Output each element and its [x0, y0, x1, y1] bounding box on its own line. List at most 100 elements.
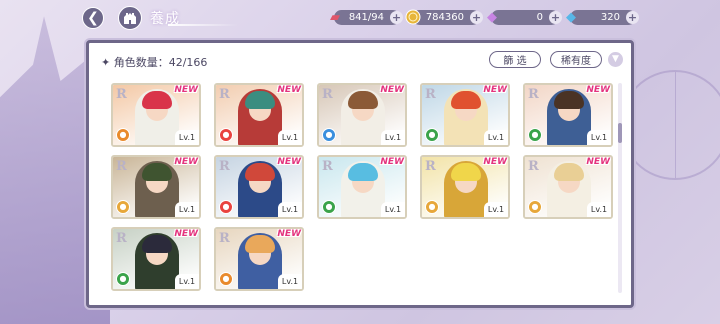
- attribute-icon: ●: [219, 200, 233, 214]
- character-panel: ✦ 角色数量：42/166 篩 选 稀有度 ▼ R NEW ● Lv.1 R NEW ● Lv…: [86, 40, 634, 308]
- level-label: Lv.1: [587, 202, 611, 217]
- rarity-badge: R: [425, 159, 436, 174]
- attribute-icon: ●: [219, 128, 233, 142]
- new-badge: NEW: [277, 229, 301, 239]
- grid-scrollbar[interactable]: [618, 83, 622, 293]
- currency-gem-free: ◆ 320 +: [566, 10, 639, 25]
- character-count-label: 角色数量：42/166: [113, 56, 208, 69]
- currency-gem-paid: ◆ 0 +: [487, 10, 562, 25]
- character-hair: [348, 91, 378, 109]
- attribute-icon: ●: [116, 200, 130, 214]
- attribute-icon: ●: [528, 200, 542, 214]
- character-card[interactable]: R NEW ● Lv.1: [420, 83, 510, 147]
- level-label: Lv.1: [278, 202, 302, 217]
- chevron-down-icon: ▼: [612, 54, 619, 64]
- level-label: Lv.1: [278, 274, 302, 289]
- character-card[interactable]: R NEW ● Lv.1: [317, 155, 407, 219]
- rarity-badge: R: [116, 87, 127, 102]
- new-badge: NEW: [380, 85, 404, 95]
- character-card[interactable]: R NEW ● Lv.1: [111, 155, 201, 219]
- background-ferris-wheel: [620, 70, 720, 180]
- new-badge: NEW: [174, 157, 198, 167]
- back-arrow-icon: ❮: [87, 10, 99, 26]
- attribute-icon: ●: [425, 128, 439, 142]
- ticket-icon: ▰: [330, 9, 340, 25]
- new-badge: NEW: [586, 85, 610, 95]
- new-badge: NEW: [586, 157, 610, 167]
- attribute-icon: ●: [425, 200, 439, 214]
- level-label: Lv.1: [381, 202, 405, 217]
- add-gem-free-button[interactable]: +: [626, 11, 639, 24]
- character-card[interactable]: R NEW ● Lv.1: [214, 227, 304, 291]
- level-label: Lv.1: [381, 130, 405, 145]
- character-card[interactable]: R NEW ● Lv.1: [214, 155, 304, 219]
- character-hair: [142, 163, 172, 181]
- rarity-badge: R: [425, 87, 436, 102]
- rarity-badge: R: [528, 87, 539, 102]
- rarity-badge: R: [116, 231, 127, 246]
- new-badge: NEW: [380, 157, 404, 167]
- new-badge: NEW: [277, 157, 301, 167]
- new-badge: NEW: [174, 229, 198, 239]
- sort-rarity-button[interactable]: 稀有度: [550, 51, 602, 68]
- rarity-badge: R: [219, 231, 230, 246]
- level-label: Lv.1: [278, 130, 302, 145]
- diamond-icon: ◆: [566, 9, 576, 25]
- currency-stamina-value: 841/94: [348, 12, 384, 23]
- diamond-icon: ◆: [487, 9, 497, 25]
- character-hair: [245, 163, 275, 181]
- home-button[interactable]: [118, 6, 142, 30]
- filter-button[interactable]: 篩 选: [489, 51, 541, 68]
- character-hair: [451, 91, 481, 109]
- character-hair: [142, 91, 172, 109]
- sparkle-icon: ✦: [101, 56, 114, 69]
- level-label: Lv.1: [484, 130, 508, 145]
- character-hair: [142, 235, 172, 253]
- rarity-badge: R: [322, 87, 333, 102]
- currency-stamina: ▰ 841/94 +: [330, 10, 403, 25]
- character-card[interactable]: R NEW ● Lv.1: [111, 83, 201, 147]
- add-stamina-button[interactable]: +: [390, 11, 403, 24]
- new-badge: NEW: [174, 85, 198, 95]
- attribute-icon: ●: [322, 200, 336, 214]
- character-card[interactable]: R NEW ● Lv.1: [214, 83, 304, 147]
- scrollbar-thumb[interactable]: [618, 123, 622, 143]
- level-label: Lv.1: [587, 130, 611, 145]
- character-hair: [348, 163, 378, 181]
- sort-order-toggle[interactable]: ▼: [608, 52, 623, 67]
- character-card[interactable]: R NEW ● Lv.1: [523, 83, 613, 147]
- character-card[interactable]: R NEW ● Lv.1: [111, 227, 201, 291]
- currency-gem-paid-value: 0: [536, 12, 543, 23]
- rarity-badge: R: [322, 159, 333, 174]
- character-card[interactable]: R NEW ● Lv.1: [317, 83, 407, 147]
- level-label: Lv.1: [175, 274, 199, 289]
- rarity-badge: R: [219, 159, 230, 174]
- new-badge: NEW: [483, 85, 507, 95]
- level-label: Lv.1: [175, 202, 199, 217]
- currency-coin-value: 784360: [425, 12, 464, 23]
- character-hair: [554, 163, 584, 181]
- castle-home-icon: [124, 13, 136, 24]
- character-grid: R NEW ● Lv.1 R NEW ● Lv.1 R NEW ● Lv.1 R NEW ● Lv.1 R NEW…: [107, 79, 613, 295]
- character-count: ✦ 角色数量：42/166: [101, 54, 207, 70]
- character-hair: [245, 235, 275, 253]
- attribute-icon: ●: [322, 128, 336, 142]
- currency-coin: 784360 +: [405, 9, 483, 25]
- rarity-badge: R: [219, 87, 230, 102]
- character-hair: [451, 163, 481, 181]
- attribute-icon: ●: [116, 272, 130, 286]
- currency-gem-free-value: 320: [600, 12, 620, 23]
- new-badge: NEW: [483, 157, 507, 167]
- level-label: Lv.1: [484, 202, 508, 217]
- character-hair: [245, 91, 275, 109]
- character-card[interactable]: R NEW ● Lv.1: [420, 155, 510, 219]
- back-button[interactable]: ❮: [82, 7, 104, 29]
- rarity-badge: R: [116, 159, 127, 174]
- title-underline: [168, 24, 238, 26]
- coin-icon: [403, 7, 423, 27]
- level-label: Lv.1: [175, 130, 199, 145]
- attribute-icon: ●: [528, 128, 542, 142]
- character-hair: [554, 91, 584, 109]
- character-card[interactable]: R NEW ● Lv.1: [523, 155, 613, 219]
- attribute-icon: ●: [219, 272, 233, 286]
